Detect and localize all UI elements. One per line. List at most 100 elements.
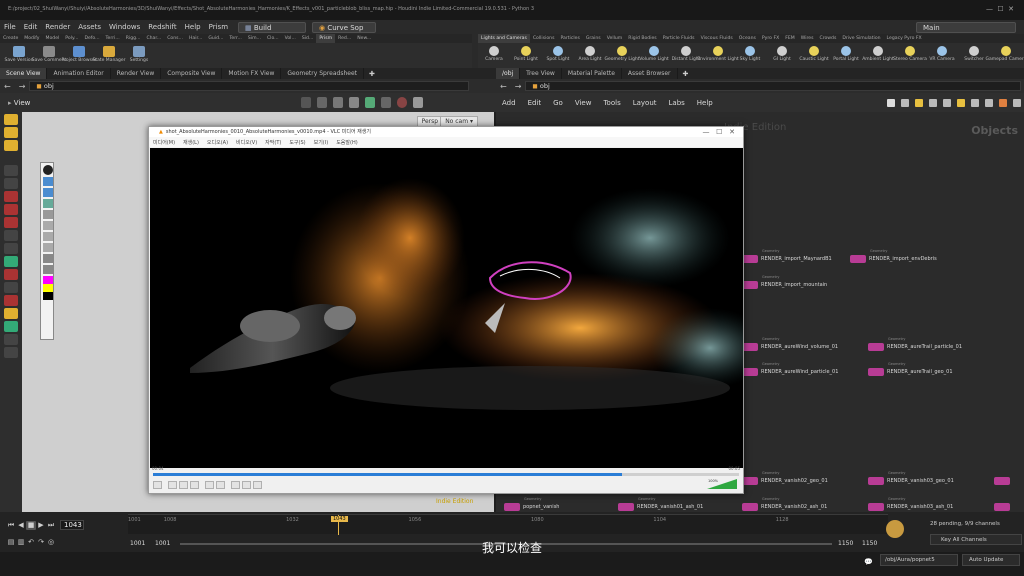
shelf-tool-portal-light[interactable]: Portal Light <box>830 45 862 67</box>
settings-gear-icon[interactable] <box>413 97 423 108</box>
network-menu-add[interactable]: Add <box>496 99 522 107</box>
menu-file[interactable]: File <box>0 20 20 34</box>
tab-geometry-spreadsheet[interactable]: Geometry Spreadsheet <box>281 68 364 79</box>
handle-tool-icon[interactable] <box>4 127 18 138</box>
node-body[interactable] <box>868 342 884 351</box>
step-back-icon[interactable]: ◀ <box>16 521 26 530</box>
eye-icon[interactable] <box>43 177 53 186</box>
magnet-icon[interactable] <box>4 295 18 306</box>
next-icon[interactable] <box>190 481 199 489</box>
node-render-vanish02-ash-01[interactable]: Geometry RENDER_vanish02_ash_01 <box>742 497 827 511</box>
color-icon[interactable] <box>943 98 951 107</box>
main-desktop-select[interactable]: Main <box>916 21 1016 33</box>
shelf-tab-grains[interactable]: Grains <box>583 34 604 43</box>
shelf-tool-distant-light[interactable]: Distant Light <box>670 45 702 67</box>
node-render-vanish01-ash-01[interactable]: Geometry RENDER_vanish01_ash_01 <box>618 497 703 511</box>
snap-icon[interactable] <box>301 97 311 108</box>
tab-composite-view[interactable]: Composite View <box>161 68 223 79</box>
node-body[interactable] <box>868 476 884 485</box>
shelf-tab-modify[interactable]: Modify <box>21 34 42 43</box>
play-icon[interactable] <box>153 481 162 489</box>
node-render-import-envdebris[interactable]: Geometry RENDER_import_envDebris <box>850 249 937 263</box>
shelf-tab-legacy-pyro-fx[interactable]: Legacy Pyro FX <box>884 34 925 43</box>
menu-assets[interactable]: Assets <box>74 20 105 34</box>
player-menu-item[interactable]: 도움말(H) <box>332 139 361 146</box>
node-body[interactable] <box>618 502 634 511</box>
wireframe-icon[interactable] <box>43 188 53 197</box>
pose-tool-icon[interactable] <box>4 165 18 176</box>
shelf-tab-wires[interactable]: Wires <box>798 34 817 43</box>
player-menu-item[interactable]: 보기(I) <box>310 139 333 146</box>
grid-icon[interactable] <box>901 98 909 107</box>
tool-10-icon[interactable] <box>4 256 18 267</box>
shelf-tab-prism[interactable]: Prism <box>316 34 336 43</box>
display-icon-10[interactable] <box>43 265 53 274</box>
shelf-tab-particle-fluids[interactable]: Particle Fluids <box>660 34 698 43</box>
add-tab-icon[interactable]: ✚ <box>678 70 694 78</box>
shelf-tool-sky-light[interactable]: Sky Light <box>734 45 766 67</box>
shelf-tab-red[interactable]: Red... <box>335 34 354 43</box>
red-tool-3-icon[interactable] <box>4 217 18 228</box>
view-shading-icon[interactable] <box>317 97 327 108</box>
node-offscreen-2[interactable] <box>994 502 1010 511</box>
shelf-tool-save-comment[interactable]: Save Comment <box>32 45 66 67</box>
play-forward-icon[interactable]: ▶ <box>36 521 46 530</box>
select-tool-icon[interactable] <box>4 114 18 125</box>
shelf-tool-stereo-camera[interactable]: Stereo Camera <box>893 45 927 67</box>
menu-redshift[interactable]: Redshift <box>144 20 180 34</box>
tab-asset-browser[interactable]: Asset Browser <box>622 68 678 79</box>
shelf-tool-save-version[interactable]: Save Version <box>4 45 34 67</box>
wrench-icon[interactable] <box>887 98 895 107</box>
shelf-tool-point-light[interactable]: Point Light <box>510 45 542 67</box>
tab-motion-fx-view[interactable]: Motion FX View <box>222 68 282 79</box>
layout-icon[interactable] <box>915 98 923 107</box>
window-controls[interactable]: — ☐ ✕ <box>986 5 1014 13</box>
shelf-tool-settings[interactable]: Settings <box>124 45 154 67</box>
shelf-tab-cons[interactable]: Cons... <box>164 34 186 43</box>
player-menu-item[interactable]: 자막(T) <box>261 139 285 146</box>
shelf-tab-char[interactable]: Char... <box>143 34 164 43</box>
shelf-tab-vol[interactable]: Vol... <box>282 34 299 43</box>
shelf-tool-geometry-light[interactable]: Geometry Light <box>604 45 640 67</box>
snap-tool-icon[interactable] <box>4 308 18 319</box>
tab-render-view[interactable]: Render View <box>111 68 162 79</box>
player-menu-item[interactable]: 비디오(V) <box>232 139 261 146</box>
add-tab-icon[interactable]: ✚ <box>364 70 380 78</box>
shelf-tool-volume-light[interactable]: Volume Light <box>638 45 670 67</box>
shelf-tool-project-browser[interactable]: Project Browser <box>61 45 97 67</box>
node-body[interactable] <box>504 502 520 511</box>
shelf-tab-drive-simulation[interactable]: Drive Simulation <box>839 34 883 43</box>
camera-icon[interactable] <box>365 97 375 108</box>
tool-17-icon[interactable] <box>4 347 18 358</box>
shelf-tool-vr-camera[interactable]: VR Camera <box>926 45 958 67</box>
network-menu-tools[interactable]: Tools <box>597 99 626 107</box>
shuffle-icon[interactable] <box>253 481 262 489</box>
loop-icon[interactable] <box>242 481 251 489</box>
shelf-tab-pyro-fx[interactable]: Pyro FX <box>759 34 782 43</box>
shelf-tab-poly[interactable]: Poly... <box>62 34 81 43</box>
render-icon[interactable] <box>381 97 391 108</box>
display-icon-9[interactable] <box>43 254 53 263</box>
shelf-tab-oceans[interactable]: Oceans <box>736 34 759 43</box>
node-offscreen[interactable] <box>994 476 1010 485</box>
back-arrow-icon[interactable]: ← <box>0 82 15 91</box>
player-window-controls[interactable]: — ☐ ✕ <box>703 127 736 137</box>
shelf-tab-terr[interactable]: Terr... <box>226 34 245 43</box>
jump-end-icon[interactable]: ⏭ <box>46 521 56 530</box>
image-icon[interactable] <box>999 98 1007 107</box>
stop-playback-icon[interactable]: ■ <box>26 520 36 530</box>
display-icon-7[interactable] <box>43 232 53 241</box>
network-menu-layout[interactable]: Layout <box>627 99 663 107</box>
shelf-tool-area-light[interactable]: Area Light <box>574 45 606 67</box>
shelf-tab-model[interactable]: Model <box>43 34 63 43</box>
tab-scene-view[interactable]: Scene View <box>0 68 48 79</box>
prev-icon[interactable] <box>168 481 177 489</box>
grid-icon[interactable] <box>349 97 359 108</box>
note-icon[interactable] <box>957 98 965 107</box>
node-body[interactable] <box>742 254 758 263</box>
tab-animation-editor[interactable]: Animation Editor <box>47 68 111 79</box>
menu-help[interactable]: Help <box>181 20 205 34</box>
display-icon-6[interactable] <box>43 221 53 230</box>
shelf-tab-viscous-fluids[interactable]: Viscous Fluids <box>698 34 736 43</box>
tool-15-icon[interactable] <box>4 321 18 332</box>
